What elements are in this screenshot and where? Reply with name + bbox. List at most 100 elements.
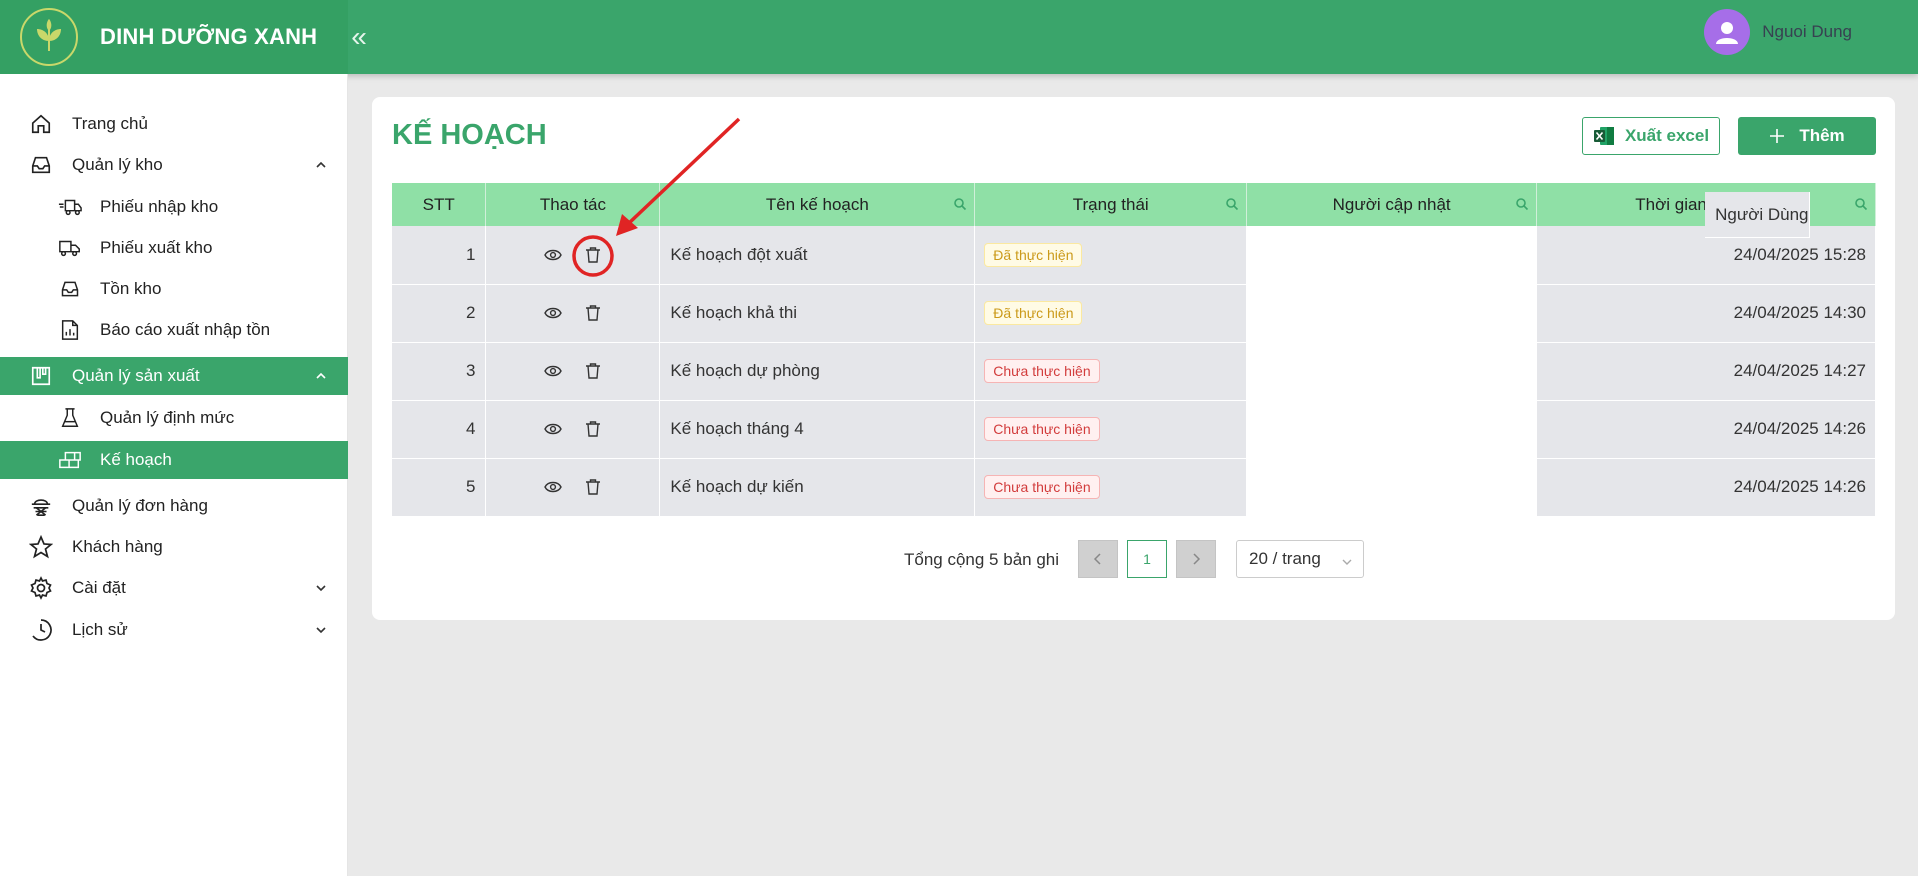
sidebar-item-report[interactable]: Báo cáo xuất nhập tồn — [0, 311, 348, 349]
table-row: 1 Kế hoạch đột xuất Đã thực hiện Người D… — [392, 192, 1876, 285]
column-header-actions: Thao tác — [485, 183, 661, 226]
column-header-stt: STT — [392, 183, 487, 226]
star-icon — [28, 534, 54, 560]
cell-updated-at: 24/04/2025 14:27 — [1536, 342, 1876, 401]
sidebar-item-inventory[interactable]: Tồn kho — [0, 270, 348, 308]
cell-updated-at: 24/04/2025 14:26 — [1536, 400, 1876, 459]
cell-status: Đã thực hiện — [974, 284, 1248, 343]
chevron-down-icon — [1341, 553, 1353, 573]
status-badge: Đã thực hiện — [984, 301, 1083, 325]
next-page-button[interactable] — [1176, 540, 1216, 578]
cell-stt: 3 — [392, 342, 487, 401]
cell-actions — [485, 400, 661, 459]
sidebar-item-label: Khách hàng — [72, 537, 163, 556]
cell-actions — [485, 284, 661, 343]
page-number-button[interactable]: 1 — [1127, 540, 1167, 578]
cell-updated-by: Người Dùng — [1705, 192, 1810, 238]
sidebar-item-goods-receipt[interactable]: Phiếu nhập kho — [0, 188, 348, 226]
cell-plan-name: Kế hoạch đột xuất — [659, 226, 976, 285]
cell-status: Đã thực hiện — [974, 226, 1248, 285]
sidebar-item-label: Phiếu nhập kho — [100, 197, 219, 216]
cell-status: Chưa thực hiện — [974, 458, 1248, 517]
blocks-icon — [57, 447, 83, 473]
sidebar-item-home[interactable]: Trang chủ — [0, 105, 348, 143]
column-header-status: Trạng thái — [974, 183, 1248, 226]
sidebar-item-label: Quản lý đơn hàng — [72, 496, 208, 515]
sidebar-item-production[interactable]: Quản lý sản xuất — [0, 357, 348, 395]
cell-plan-name: Kế hoạch khả thi — [659, 284, 976, 343]
eye-icon[interactable] — [543, 361, 563, 381]
chevron-up-icon — [314, 158, 328, 172]
page-size-select[interactable]: 20 / trang — [1236, 540, 1364, 578]
total-records: Tổng cộng 5 bản ghi — [904, 550, 1060, 569]
add-button[interactable]: Thêm — [1738, 117, 1876, 155]
table-row: 2 Kế hoạch khả thi Đã thực hiện Người Dù… — [392, 192, 1876, 343]
sidebar-item-customers[interactable]: Khách hàng — [0, 528, 348, 566]
cell-stt: 1 — [392, 226, 487, 285]
table-header-row: STT Thao tác Tên kế hoạch Trạng thái Ngư… — [392, 183, 1876, 226]
sidebar-item-label: Phiếu xuất kho — [100, 238, 213, 257]
brand[interactable]: DINH DƯỠNG XANH — [0, 0, 348, 74]
sidebar-item-history[interactable]: Lịch sử — [0, 611, 348, 649]
trash-icon[interactable] — [583, 245, 603, 265]
table-row: 3 Kế hoạch dự phòng Chưa thực hiện Người… — [392, 192, 1876, 401]
column-header-updated-by: Người cập nhật — [1246, 183, 1538, 226]
trash-icon[interactable] — [583, 361, 603, 381]
previous-page-button[interactable] — [1078, 540, 1118, 578]
plan-card: KẾ HOẠCH Xuất excel Thêm STT Thao tác Tê… — [372, 97, 1895, 620]
add-label: Thêm — [1799, 126, 1845, 145]
search-icon[interactable] — [1854, 196, 1868, 211]
sidebar-item-settings[interactable]: Cài đặt — [0, 569, 348, 607]
chevron-left-icon — [1093, 553, 1101, 565]
sidebar: Trang chủ Quản lý kho Phiếu nhập kho Phi… — [0, 74, 348, 876]
inbox-icon — [57, 276, 83, 302]
cell-actions — [485, 226, 661, 285]
sidebar-item-plan[interactable]: Kế hoạch — [0, 441, 348, 479]
page-title: KẾ HOẠCH — [392, 119, 547, 151]
truck-out-icon — [57, 235, 83, 261]
sidebar-item-label: Quản lý kho — [72, 155, 163, 174]
chevron-down-icon — [314, 581, 328, 595]
cell-stt: 4 — [392, 400, 487, 459]
user-name: Nguoi Dung — [1762, 22, 1852, 41]
sidebar-item-label: Lịch sử — [72, 620, 128, 639]
sidebar-item-label: Quản lý định mức — [100, 408, 235, 427]
eye-icon[interactable] — [543, 303, 563, 323]
cell-updated-at: 24/04/2025 14:30 — [1536, 284, 1876, 343]
eye-icon[interactable] — [543, 477, 563, 497]
excel-icon — [1593, 125, 1615, 147]
user-menu[interactable]: Nguoi Dung — [1704, 9, 1852, 55]
cell-plan-name: Kế hoạch dự phòng — [659, 342, 976, 401]
sidebar-item-norms[interactable]: Quản lý định mức — [0, 399, 348, 437]
collapse-sidebar-icon[interactable]: « — [348, 18, 370, 56]
order-icon — [28, 493, 54, 519]
status-badge: Chưa thực hiện — [984, 417, 1100, 441]
page-size-value: 20 / trang — [1249, 549, 1321, 568]
cell-actions — [485, 342, 661, 401]
trash-icon[interactable] — [583, 303, 603, 323]
chevron-down-icon — [314, 623, 328, 637]
status-badge: Chưa thực hiện — [984, 475, 1100, 499]
cell-plan-name: Kế hoạch dự kiến — [659, 458, 976, 517]
export-excel-button[interactable]: Xuất excel — [1582, 117, 1720, 155]
sidebar-item-orders[interactable]: Quản lý đơn hàng — [0, 487, 348, 525]
cell-status: Chưa thực hiện — [974, 342, 1248, 401]
sidebar-item-label: Trang chủ — [72, 114, 148, 133]
search-icon[interactable] — [953, 196, 967, 211]
table-row: 4 Kế hoạch tháng 4 Chưa thực hiện Người … — [392, 192, 1876, 459]
eye-icon[interactable] — [543, 419, 563, 439]
cell-status: Chưa thực hiện — [974, 400, 1248, 459]
factory-icon — [28, 363, 54, 389]
home-icon — [28, 111, 54, 137]
trash-icon[interactable] — [583, 419, 603, 439]
cell-plan-name: Kế hoạch tháng 4 — [659, 400, 976, 459]
table-row: 5 Kế hoạch dự kiến Chưa thực hiện Người … — [392, 192, 1876, 517]
sidebar-item-warehouse[interactable]: Quản lý kho — [0, 146, 348, 184]
eye-icon[interactable] — [543, 245, 563, 265]
search-icon[interactable] — [1515, 196, 1529, 211]
trash-icon[interactable] — [583, 477, 603, 497]
search-icon[interactable] — [1225, 196, 1239, 211]
cell-updated-at: 24/04/2025 14:26 — [1536, 458, 1876, 517]
brand-name: DINH DƯỠNG XANH — [100, 24, 318, 49]
sidebar-item-goods-issue[interactable]: Phiếu xuất kho — [0, 229, 348, 267]
